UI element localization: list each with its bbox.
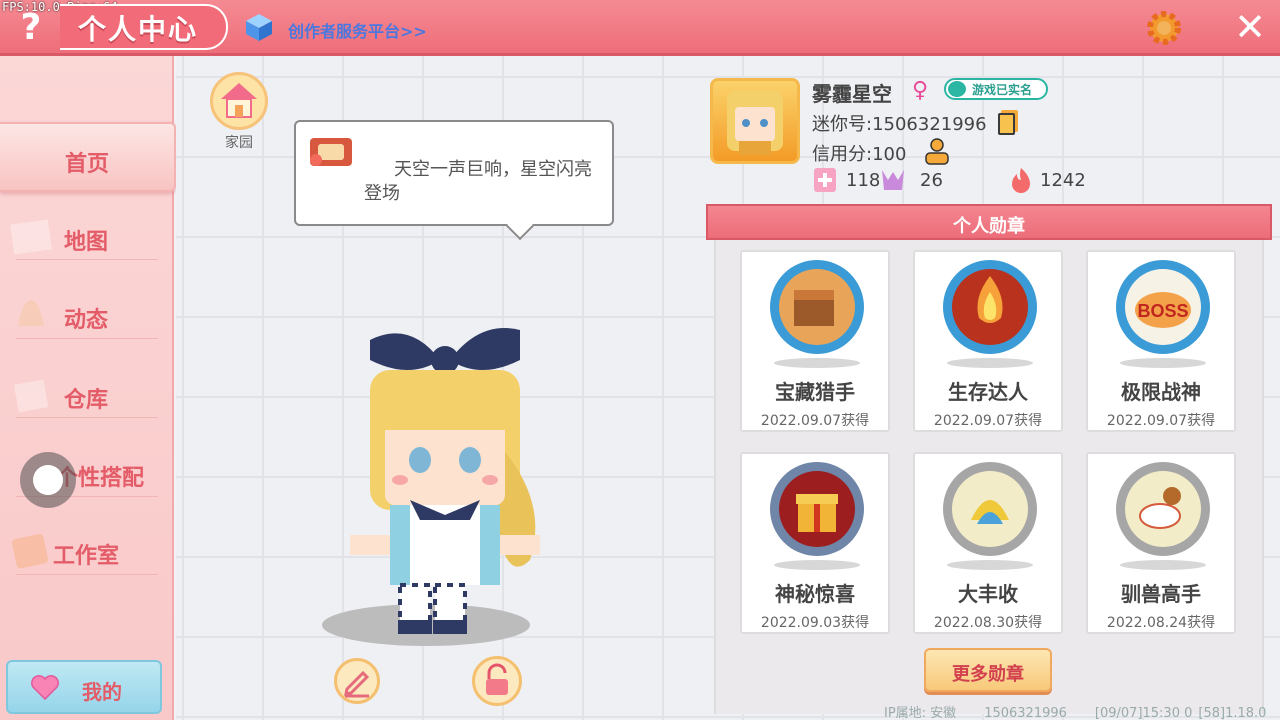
divider: [16, 417, 158, 418]
sidebar-item-label: 动态: [63, 308, 108, 333]
stat-value: 118: [846, 170, 881, 191]
creator-platform-link[interactable]: 创作者服务平台>>: [288, 18, 427, 42]
stat-value: 26: [920, 170, 943, 191]
mine-button[interactable]: 我的: [6, 660, 162, 714]
mail-icon: [310, 138, 352, 166]
footer-info: IP属地: 安徽 1506321996 [09/07]15:30 0 [58]1.18…: [884, 702, 1266, 720]
medal-date: 2022.09.07获得: [760, 413, 870, 429]
female-icon: ♀: [912, 78, 929, 103]
sidebar-item-home[interactable]: 首页: [0, 122, 176, 192]
medal-date: 2022.09.03获得: [760, 615, 870, 631]
footer-uid: 1506321996: [984, 706, 1067, 720]
treasure-chest-icon: [770, 260, 864, 354]
avatar-portrait-icon: [727, 91, 783, 155]
medal-date: 2022.08.24获得: [1106, 615, 1216, 631]
medal-card[interactable]: 驯兽高手 2022.08.24获得: [1086, 452, 1236, 634]
stat-value: 1242: [1040, 170, 1086, 191]
signature-bubble[interactable]: 天空一声巨响，星空闪亮登场: [294, 120, 614, 226]
sidebar-item-studio[interactable]: 工作室: [0, 516, 172, 586]
person-badge-icon[interactable]: [922, 136, 952, 166]
campfire-icon: [943, 260, 1037, 354]
home-label: 家园: [225, 135, 253, 151]
medal-name: 驯兽高手: [1121, 582, 1201, 606]
footer-version: [58]1.18.0: [1198, 706, 1267, 720]
cube-icon[interactable]: [244, 12, 274, 42]
medal-card[interactable]: 大丰收 2022.08.30获得: [913, 452, 1063, 634]
sidebar-item-map[interactable]: 地图: [0, 202, 172, 272]
medal-date: 2022.09.07获得: [933, 413, 1043, 429]
ip-location: IP属地: 安徽: [884, 706, 957, 720]
pencil-icon: [344, 670, 370, 698]
sidebar-item-label: 首页: [64, 152, 109, 177]
top-bar: FPS:10.0 Ping:64 ? 个人中心 创作者服务平台>> ✕: [0, 0, 1280, 56]
medal-card[interactable]: 神秘惊喜 2022.09.03获得: [740, 452, 890, 634]
home-button[interactable]: [210, 72, 268, 130]
fire-icon: [1012, 168, 1030, 193]
verified-badge: 游戏已实名: [944, 78, 1048, 100]
gear-icon[interactable]: [1144, 8, 1184, 48]
floating-assist-button[interactable]: [20, 452, 76, 508]
medal-name: 大丰收: [958, 582, 1018, 606]
footer-time: [09/07]15:30 0: [1094, 706, 1193, 720]
medal-name: 生存达人: [948, 380, 1028, 404]
divider: [16, 259, 158, 260]
sidebar: 首页 地图 动态 仓库 个性搭配 工作室: [0, 56, 176, 720]
divider: [16, 338, 158, 339]
character-avatar[interactable]: [330, 320, 560, 640]
horse-rider-icon: [1116, 462, 1210, 556]
fans-icon: [882, 170, 904, 190]
sidebar-item-feed[interactable]: 动态: [0, 280, 172, 350]
divider: [16, 574, 158, 575]
medal-pedestal: [774, 560, 860, 570]
close-icon[interactable]: ✕: [1230, 8, 1270, 48]
verified-label: 游戏已实名: [972, 83, 1033, 97]
page-title: 个人中心: [78, 13, 199, 46]
copy-icon[interactable]: [996, 108, 1020, 136]
medal-pedestal: [947, 358, 1033, 368]
medals-title: 个人勋章: [953, 216, 1025, 237]
medal-pedestal: [947, 560, 1033, 570]
harvest-icon: [943, 462, 1037, 556]
boss-icon: BOSS: [1116, 260, 1210, 354]
mine-label: 我的: [82, 680, 122, 704]
medal-name: 宝藏猎手: [775, 380, 855, 404]
sidebar-item-label: 工作室: [52, 544, 119, 569]
avatar[interactable]: [710, 78, 800, 164]
unlock-icon: [486, 663, 508, 695]
edit-button[interactable]: [334, 658, 380, 704]
help-icon[interactable]: ?: [14, 8, 48, 48]
heart-icon: [31, 675, 59, 700]
medal-date: 2022.08.30获得: [933, 615, 1043, 631]
player-name: 雾霾星空: [812, 82, 892, 106]
person-check-icon: [948, 81, 966, 97]
signature-text: 天空一声巨响，星空闪亮登场: [364, 159, 592, 204]
sidebar-item-storage[interactable]: 仓库: [0, 360, 172, 430]
house-icon: [221, 83, 257, 118]
medal-card[interactable]: 宝藏猎手 2022.09.07获得: [740, 250, 890, 432]
medal-date: 2022.09.07获得: [1106, 413, 1216, 429]
add-friend-icon: [814, 168, 836, 192]
sidebar-item-label: 地图: [63, 230, 108, 255]
credit-score: 信用分:100: [812, 144, 907, 165]
medal-pedestal: [1120, 560, 1206, 570]
sidebar-item-label: 仓库: [63, 388, 108, 413]
medal-pedestal: [1120, 358, 1206, 368]
gift-box-icon: [770, 462, 864, 556]
medal-card[interactable]: 生存达人 2022.09.07获得: [913, 250, 1063, 432]
lock-button[interactable]: [472, 656, 522, 706]
boss-badge-text: BOSS: [1137, 301, 1188, 321]
medal-card[interactable]: BOSS 极限战神 2022.09.07获得: [1086, 250, 1236, 432]
medal-name: 极限战神: [1121, 380, 1201, 404]
medal-name: 神秘惊喜: [775, 582, 855, 606]
more-medals-button[interactable]: 更多勋章: [924, 648, 1052, 692]
medal-pedestal: [774, 358, 860, 368]
mini-id: 迷你号:1506321996: [812, 114, 987, 135]
medals-header: 个人勋章: [706, 204, 1272, 240]
more-medals-label: 更多勋章: [952, 664, 1024, 685]
